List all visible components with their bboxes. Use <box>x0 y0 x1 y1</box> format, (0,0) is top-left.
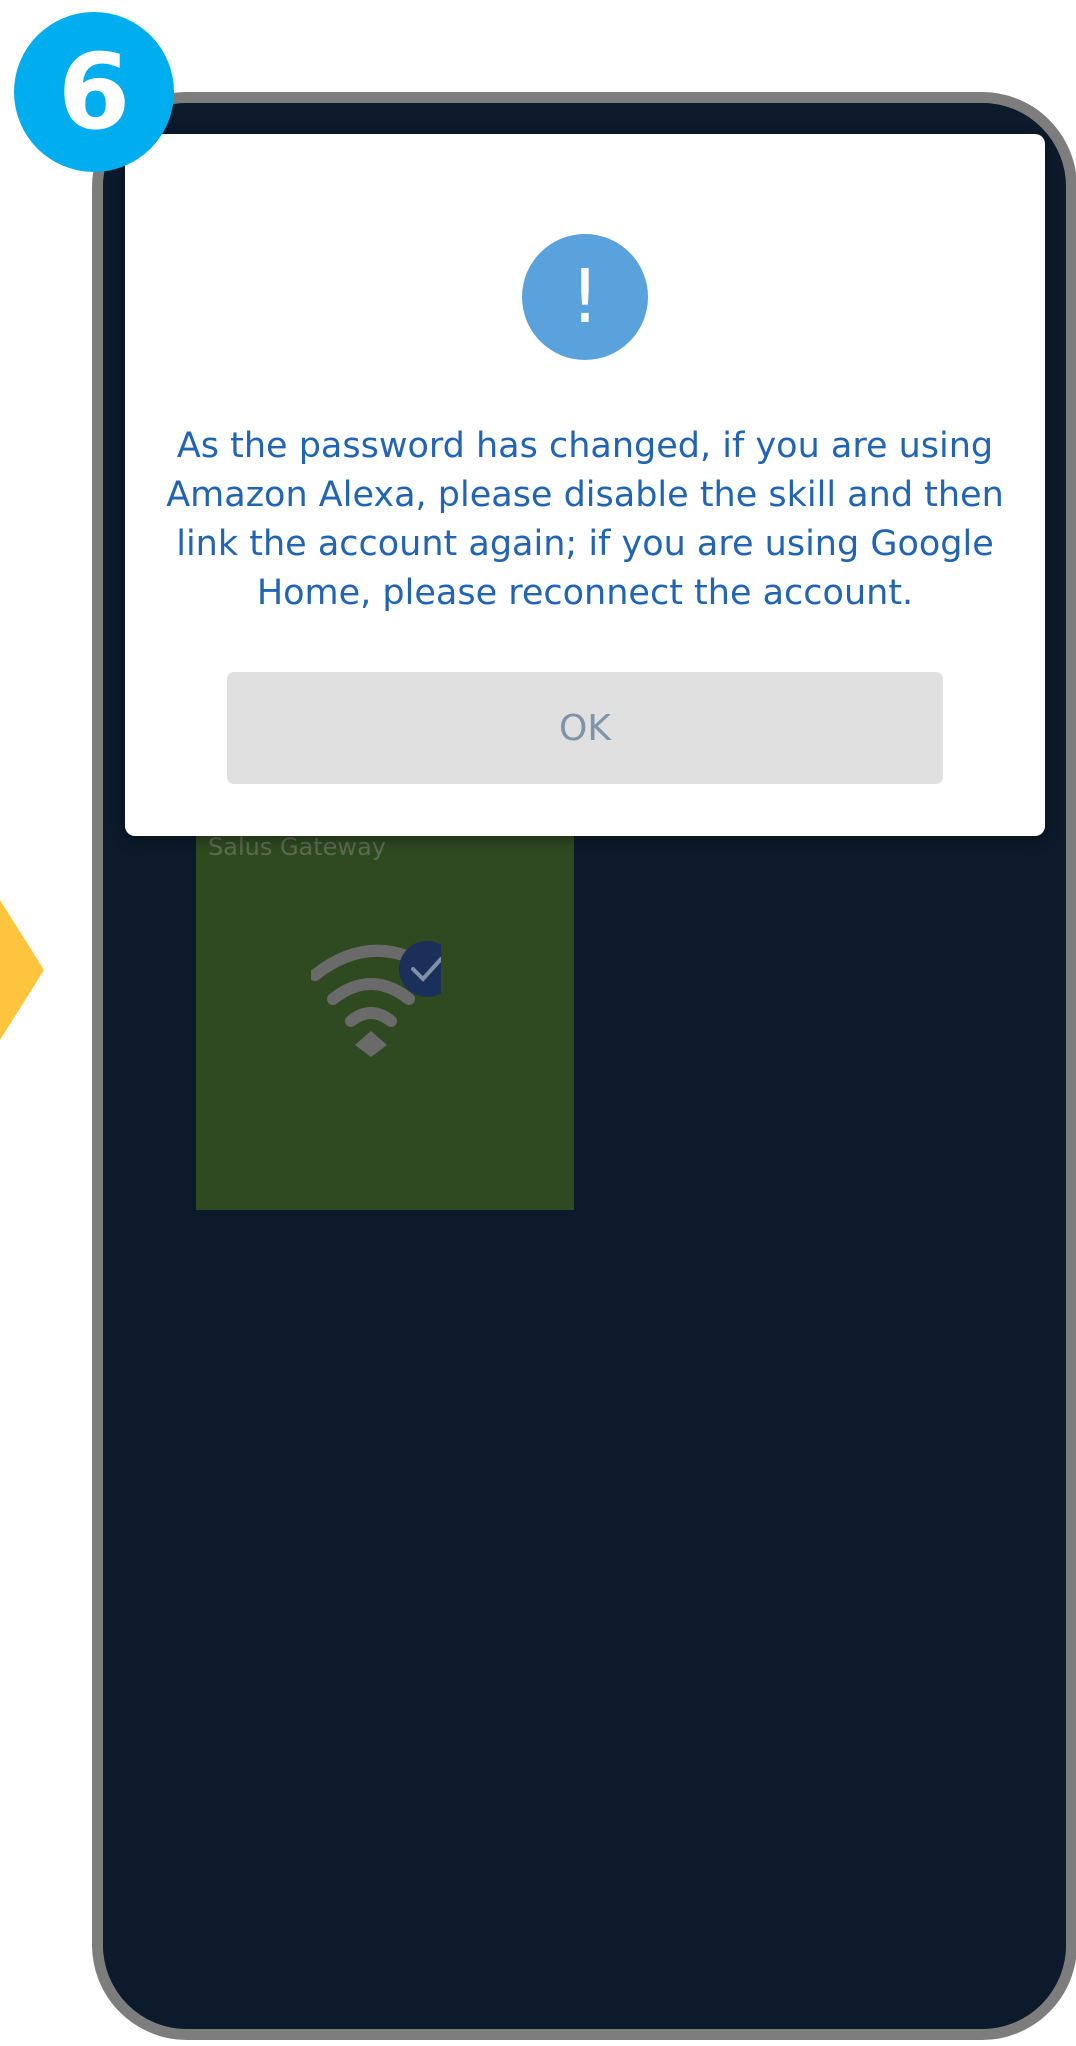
dialog-message: As the password has changed, if you are … <box>166 426 1004 613</box>
step-number-badge: 6 <box>14 12 174 172</box>
alert-icon: ! <box>522 234 648 360</box>
next-step-arrow-icon <box>0 900 44 1040</box>
wifi-connected-icon <box>311 941 441 1057</box>
gateway-tile[interactable]: Salus Gateway <box>196 831 574 1210</box>
gateway-label: Salus Gateway <box>208 833 386 861</box>
password-changed-dialog: ! As the password has changed, if you ar… <box>125 134 1045 836</box>
instruction-step-canvas: Salus Gateway ! As the password has chan… <box>0 0 1076 2046</box>
ok-button[interactable]: OK <box>227 672 943 784</box>
